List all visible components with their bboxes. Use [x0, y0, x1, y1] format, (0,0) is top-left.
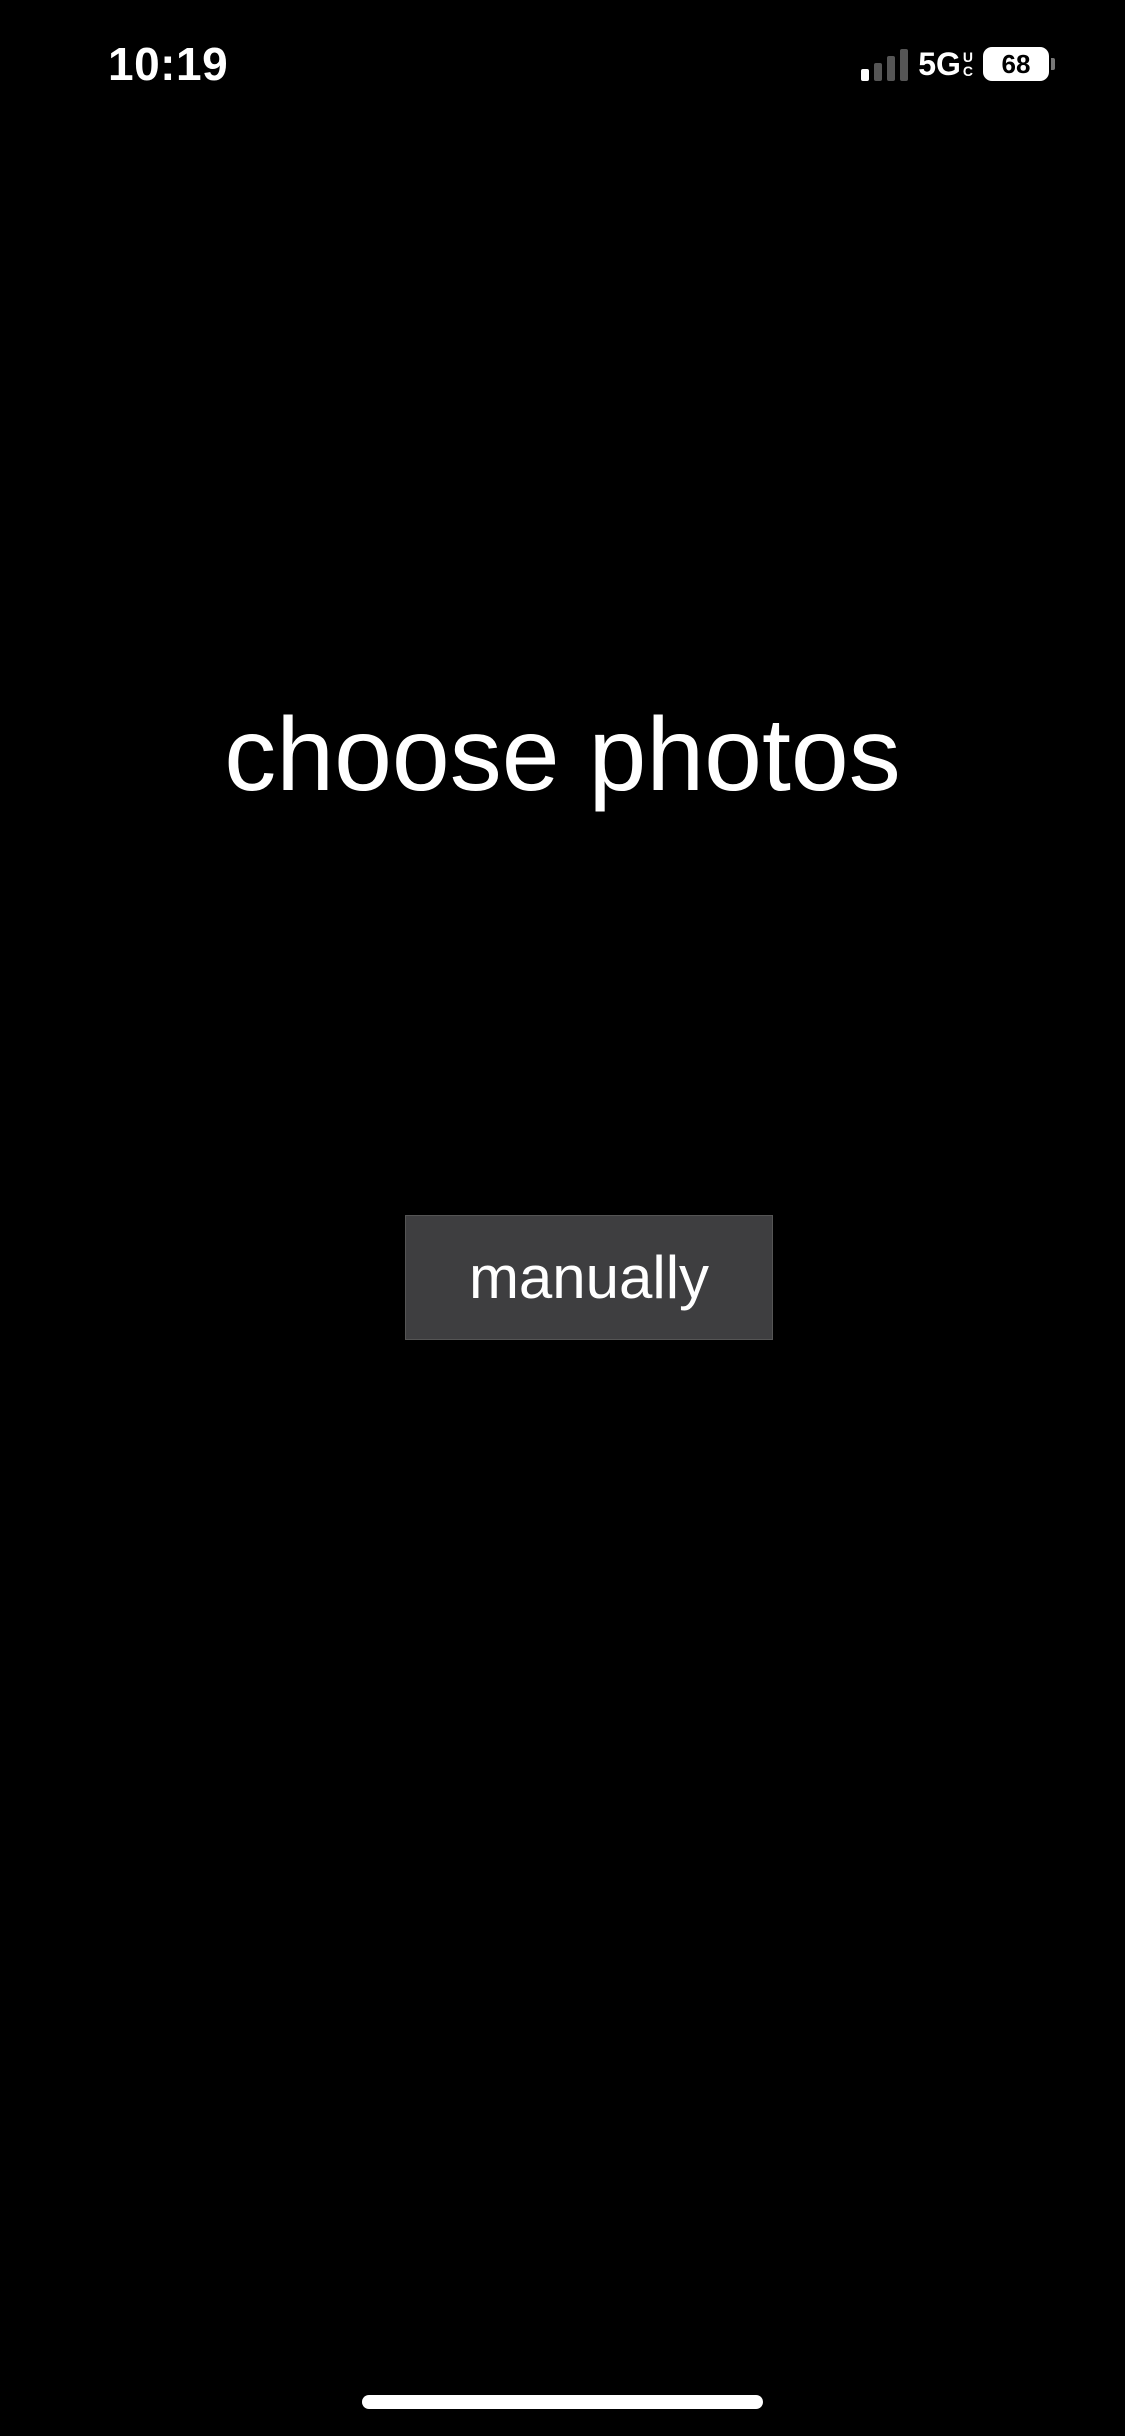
network-badge: U C: [963, 50, 973, 78]
battery-tip: [1051, 58, 1055, 70]
home-indicator[interactable]: [362, 2395, 763, 2409]
status-indicators: 5G U C 68: [861, 44, 1055, 84]
page-title: choose photos: [224, 697, 901, 813]
status-time: 10:19: [108, 38, 229, 90]
signal-bar: [861, 69, 870, 81]
network-badge-bottom: C: [962, 63, 973, 79]
signal-bar: [887, 56, 896, 81]
battery-level: 68: [983, 47, 1049, 81]
network-label: 5G: [918, 46, 961, 82]
battery-icon: 68: [983, 47, 1055, 81]
network-badge-top: U: [962, 49, 973, 65]
status-bar: 10:19 5G U C 68: [0, 0, 1125, 130]
cellular-signal-icon: [861, 47, 909, 81]
signal-bar: [874, 63, 883, 81]
network-type: 5G U C: [918, 48, 973, 80]
manually-button[interactable]: manually: [405, 1215, 773, 1340]
signal-bar: [900, 49, 909, 81]
